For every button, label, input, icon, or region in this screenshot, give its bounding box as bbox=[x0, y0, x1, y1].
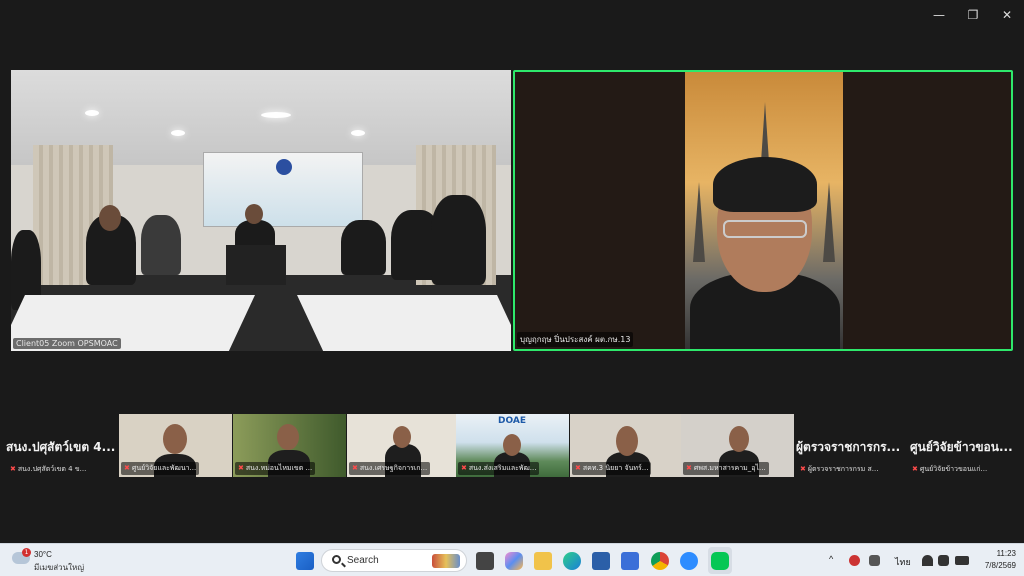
participant-name-tag: ✖ ศพส.มหาสารคาม_อุไ... bbox=[683, 462, 769, 475]
zoom-icon[interactable] bbox=[680, 552, 698, 570]
microphone-icon[interactable] bbox=[869, 555, 880, 566]
ceiling-lamp bbox=[85, 110, 99, 116]
participant bbox=[431, 195, 486, 285]
video-tile-active-speaker[interactable]: บุญฤกฤษ ปิ่นประสงค์ ผต.กษ.13 bbox=[513, 70, 1013, 351]
taskbar: 1 30°C มีเมฆส่วนใหญ่ Search ^ ไทย 11:23 … bbox=[0, 543, 1024, 576]
doae-logo: DOAE bbox=[498, 416, 526, 426]
windows-start-icon[interactable] bbox=[296, 552, 314, 570]
edge-icon[interactable] bbox=[563, 552, 581, 570]
store-icon[interactable] bbox=[592, 552, 610, 570]
tray-app-icon[interactable] bbox=[849, 555, 860, 566]
participant-sub-right1: ✖ ผู้ตรวจราชการกรม ส... bbox=[800, 465, 879, 473]
participant-name-tag: ✖ ศูนย์วิจัยและพัฒนา... bbox=[121, 462, 200, 475]
weather-temperature: 30°C bbox=[34, 550, 52, 559]
mic-off-icon: ✖ bbox=[575, 464, 581, 472]
task-view-icon[interactable] bbox=[476, 552, 494, 570]
participant-name-tag: ✖ สนง.ส่งเสริมและพัฒ... bbox=[458, 462, 540, 475]
participant-head bbox=[503, 434, 521, 456]
virtual-background bbox=[685, 72, 843, 349]
search-highlight-icon bbox=[432, 554, 460, 568]
ceiling-lamp bbox=[351, 130, 365, 136]
search-icon bbox=[332, 555, 341, 564]
ministry-logo bbox=[276, 159, 292, 175]
mic-off-icon: ✖ bbox=[10, 465, 16, 473]
speaker-hair bbox=[713, 157, 817, 212]
minimize-button[interactable]: — bbox=[922, 0, 956, 30]
participant-head bbox=[729, 426, 749, 452]
video-tile-meeting-room[interactable]: Client05 Zoom OPSMOAC bbox=[11, 70, 511, 351]
zoom-window: — ❐ ✕ Client05 Zoom OPSMOAC บุญฤกฤษ ปิ่น… bbox=[0, 0, 1024, 543]
participant-thumb[interactable]: ✖ สนง.เศรษฐกิจการเก... bbox=[347, 414, 460, 477]
language-indicator[interactable]: ไทย bbox=[895, 555, 911, 569]
app-icon[interactable] bbox=[621, 552, 639, 570]
mic-off-icon: ✖ bbox=[912, 465, 918, 473]
participant-thumb[interactable]: ✖ สคท.3 นิยยา จันทร์... bbox=[570, 414, 683, 477]
window-controls: — ❐ ✕ bbox=[922, 0, 1024, 30]
participant-name-tag: ✖ สนง.เศรษฐกิจการเก... bbox=[349, 462, 431, 475]
weather-widget[interactable]: 1 30°C มีเมฆส่วนใหญ่ bbox=[12, 548, 102, 574]
chrome-icon[interactable] bbox=[651, 552, 669, 570]
temple-spire bbox=[693, 182, 705, 262]
copilot-icon[interactable] bbox=[505, 552, 523, 570]
clock-time[interactable]: 11:23 bbox=[986, 549, 1016, 558]
speaker-glasses bbox=[723, 220, 807, 238]
line-icon[interactable] bbox=[711, 552, 729, 570]
participant-name-tag: บุญฤกฤษ ปิ่นประสงค์ ผต.กษ.13 bbox=[517, 332, 634, 347]
ceiling-lamp bbox=[261, 112, 291, 118]
mic-off-icon: ✖ bbox=[352, 464, 358, 472]
volume-icon[interactable] bbox=[938, 555, 949, 566]
mic-off-icon: ✖ bbox=[800, 465, 806, 473]
mic-off-icon: ✖ bbox=[461, 464, 467, 472]
participant bbox=[341, 220, 386, 275]
meeting-table-right bbox=[297, 295, 511, 351]
participant-label-left[interactable]: สนง.ปศุสัตว์เขต 4... bbox=[6, 438, 115, 457]
participant-name-tag: ✖ สนง.หม่อนไหมเขต ... bbox=[235, 462, 316, 475]
search-placeholder: Search bbox=[347, 555, 379, 566]
participant-name-tag: ✖ สคท.3 นิยยา จันทร์... bbox=[572, 462, 652, 475]
weather-description: มีเมฆส่วนใหญ่ bbox=[34, 563, 85, 572]
participant-thumb[interactable]: ✖ ศพส.มหาสารคาม_อุไ... bbox=[681, 414, 794, 477]
participant bbox=[141, 215, 181, 275]
participant-name-tag: Client05 Zoom OPSMOAC bbox=[13, 338, 121, 349]
search-box[interactable]: Search bbox=[321, 549, 467, 572]
ceiling-lamp bbox=[171, 130, 185, 136]
restore-button[interactable]: ❐ bbox=[956, 0, 990, 30]
participant-head bbox=[393, 426, 411, 448]
monitor bbox=[226, 245, 286, 285]
participant-head bbox=[163, 424, 187, 454]
file-explorer-icon[interactable] bbox=[534, 552, 552, 570]
participant-label-right2[interactable]: ศูนย์วิจัยข้าวขอน... bbox=[910, 438, 1013, 457]
participant-thumb[interactable]: DOAE ✖ สนง.ส่งเสริมและพัฒ... bbox=[456, 414, 569, 477]
wifi-icon[interactable] bbox=[922, 555, 933, 566]
mic-off-icon: ✖ bbox=[686, 464, 692, 472]
participant-head bbox=[616, 426, 638, 456]
participant-sub-right2: ✖ ศูนย์วิจัยข้าวขอนแก่... bbox=[912, 465, 988, 473]
mic-off-icon: ✖ bbox=[238, 464, 244, 472]
participant-label-right1[interactable]: ผู้ตรวจราชการกร... bbox=[796, 438, 900, 457]
mic-off-icon: ✖ bbox=[124, 464, 130, 472]
temple-spire bbox=[823, 182, 835, 262]
stage-banner bbox=[203, 152, 363, 227]
close-button[interactable]: ✕ bbox=[990, 0, 1024, 30]
participant-thumb[interactable]: ✖ ศูนย์วิจัยและพัฒนา... bbox=[119, 414, 232, 477]
participant-head bbox=[245, 204, 263, 224]
clock-date[interactable]: 7/8/2569 bbox=[966, 561, 1016, 570]
participant-head bbox=[277, 424, 299, 450]
participant-head bbox=[99, 205, 121, 231]
participant-thumb[interactable]: ✖ สนง.หม่อนไหมเขต ... bbox=[233, 414, 346, 477]
participant-sub-left: ✖ สนง.ปศุสัตว์เขต 4 ข... bbox=[10, 465, 87, 473]
notification-badge: 1 bbox=[22, 548, 31, 557]
tray-overflow-chevron-icon[interactable]: ^ bbox=[829, 554, 833, 564]
